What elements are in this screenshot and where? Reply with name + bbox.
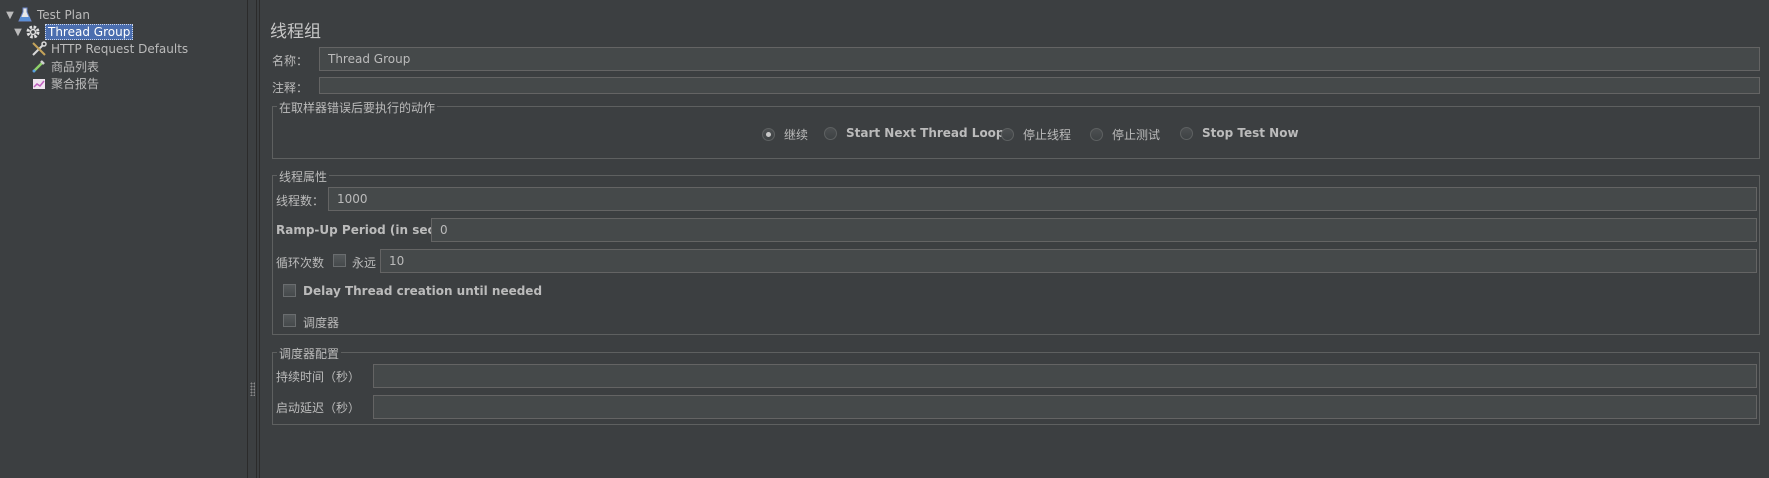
threads-label: 线程数： <box>276 194 325 208</box>
radio-stop-test-now[interactable]: Stop Test Now <box>1180 126 1299 140</box>
thread-group-panel: 线程组 名称： Thread Group 注释： 在取样器错误后要执行的动作 继… <box>259 0 1769 478</box>
duration-label: 持续时间（秒） <box>276 370 361 384</box>
expand-caret-icon[interactable]: ▼ <box>4 10 16 21</box>
tree-item-thread-group[interactable]: ▼ Thread Group <box>12 23 134 41</box>
loop-count-label: 循环次数 <box>276 256 325 270</box>
threads-input[interactable]: 1000 <box>328 187 1757 211</box>
radio-label: Stop Test Now <box>1202 126 1299 140</box>
page-title: 线程组 <box>270 22 321 42</box>
thread-properties-group: 线程属性 线程数： 1000 Ramp-Up Period (in second… <box>272 168 1760 335</box>
radio-label: 继续 <box>784 128 809 142</box>
chart-icon <box>30 75 48 91</box>
comment-input[interactable] <box>319 77 1760 94</box>
scheduler-checkbox[interactable] <box>283 314 296 327</box>
startup-delay-input[interactable] <box>373 395 1757 419</box>
radio-continue[interactable]: 继续 <box>762 126 808 143</box>
rampup-input[interactable]: 0 <box>431 218 1757 242</box>
radio-button-icon[interactable] <box>1180 126 1193 140</box>
name-input[interactable]: Thread Group <box>319 47 1760 71</box>
duration-input[interactable] <box>373 364 1757 388</box>
loop-count-input[interactable]: 10 <box>380 249 1757 273</box>
radio-label: 停止线程 <box>1023 128 1072 142</box>
startup-delay-label: 启动延迟（秒） <box>276 401 361 415</box>
tree-item-label: 聚合报告 <box>51 76 100 91</box>
error-action-group: 在取样器错误后要执行的动作 继续 Start Next Thread Loop … <box>272 99 1760 159</box>
name-label: 名称： <box>272 54 309 68</box>
delay-thread-label: Delay Thread creation until needed <box>303 284 543 298</box>
gear-icon <box>24 24 42 40</box>
forever-label: 永远 <box>352 256 377 270</box>
forever-checkbox[interactable] <box>333 254 346 267</box>
tree-item-label: Thread Group <box>45 24 134 40</box>
delay-thread-checkbox[interactable] <box>283 284 296 297</box>
expand-caret-icon[interactable]: ▼ <box>12 27 24 38</box>
radio-button-icon[interactable] <box>762 128 775 141</box>
splitter-grip-icon[interactable] <box>250 382 255 396</box>
tree-item-aggregate-report[interactable]: 聚合报告 <box>30 74 99 92</box>
tree-item-label: 商品列表 <box>51 59 100 74</box>
tree-item-http-defaults[interactable]: HTTP Request Defaults <box>30 40 188 58</box>
thread-properties-legend: 线程属性 <box>277 168 330 185</box>
wrench-icon <box>30 41 48 57</box>
comment-label: 注释： <box>272 81 309 95</box>
scheduler-config-legend: 调度器配置 <box>277 345 342 362</box>
radio-label: 停止测试 <box>1112 128 1161 142</box>
scheduler-config-group: 调度器配置 持续时间（秒） 启动延迟（秒） <box>272 345 1760 425</box>
panel-splitter[interactable] <box>248 0 257 478</box>
radio-start-next-loop[interactable]: Start Next Thread Loop <box>824 126 1005 140</box>
tree-item-test-plan[interactable]: ▼ Test Plan <box>4 6 90 24</box>
scheduler-label: 调度器 <box>303 316 340 330</box>
radio-stop-test[interactable]: 停止测试 <box>1090 126 1160 143</box>
tree-item-label: HTTP Request Defaults <box>51 42 189 56</box>
radio-stop-thread[interactable]: 停止线程 <box>1001 126 1071 143</box>
test-plan-icon <box>16 7 34 23</box>
pipette-icon <box>30 58 48 74</box>
test-plan-tree: ▼ Test Plan ▼ Thread Group HTTP Request … <box>0 0 248 478</box>
radio-button-icon[interactable] <box>824 126 837 140</box>
tree-item-label: Test Plan <box>37 8 90 22</box>
tree-item-product-list[interactable]: 商品列表 <box>30 57 99 75</box>
error-action-legend: 在取样器错误后要执行的动作 <box>277 99 438 116</box>
radio-button-icon[interactable] <box>1090 128 1103 141</box>
radio-button-icon[interactable] <box>1001 128 1014 141</box>
radio-label: Start Next Thread Loop <box>846 126 1005 140</box>
